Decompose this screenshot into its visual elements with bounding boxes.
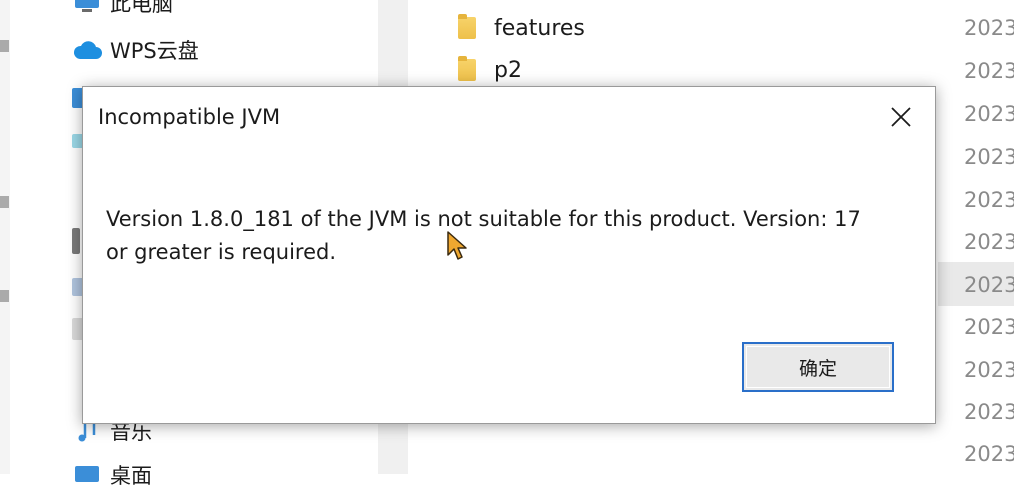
date-modified: 2023 (964, 102, 1014, 126)
file-name: p2 (494, 57, 522, 83)
computer-icon (72, 0, 102, 16)
edge-glyph (0, 40, 9, 52)
close-icon (891, 107, 911, 127)
dialog-title: Incompatible JVM (98, 105, 281, 129)
date-modified: 2023 (964, 230, 1014, 254)
date-modified: 2023 (964, 315, 1014, 339)
date-modified: 2023 (964, 145, 1014, 169)
mouse-cursor-icon (447, 231, 467, 260)
sidebar-item-this-pc[interactable]: 此电脑 (72, 0, 173, 20)
list-item[interactable]: p2 (458, 52, 522, 88)
document-icon (72, 228, 80, 254)
file-name: features (494, 15, 585, 41)
date-modified: 2023 (964, 400, 1014, 424)
cloud-icon (72, 37, 102, 63)
incompatible-jvm-dialog: Incompatible JVM Version 1.8.0_181 of th… (82, 86, 936, 424)
date-modified: 2023 (964, 273, 1014, 297)
date-modified: 2023 (964, 16, 1014, 40)
edge-glyph (0, 196, 9, 208)
sidebar-item-wps-cloud[interactable]: WPS云盘 (72, 33, 199, 67)
sidebar-item-label: 此电脑 (110, 0, 173, 16)
folder-icon (458, 14, 476, 39)
ok-button[interactable]: 确定 (742, 342, 894, 392)
sidebar-item-label: 桌面 (110, 464, 152, 488)
list-item[interactable]: features (458, 10, 585, 46)
window-edge (0, 0, 10, 474)
date-modified: 2023 (964, 358, 1014, 382)
folder-icon (458, 56, 476, 81)
date-modified: 2023 (964, 442, 1014, 466)
dialog-message: Version 1.8.0_181 of the JVM is not suit… (106, 207, 861, 264)
close-button[interactable] (881, 99, 921, 135)
date-modified: 2023 (964, 59, 1014, 83)
edge-glyph (0, 290, 9, 302)
sidebar-item-desktop[interactable]: 桌面 (72, 458, 152, 492)
desktop-icon (72, 462, 102, 488)
sidebar-item-label: WPS云盘 (110, 39, 199, 63)
date-modified: 2023 (964, 188, 1014, 212)
